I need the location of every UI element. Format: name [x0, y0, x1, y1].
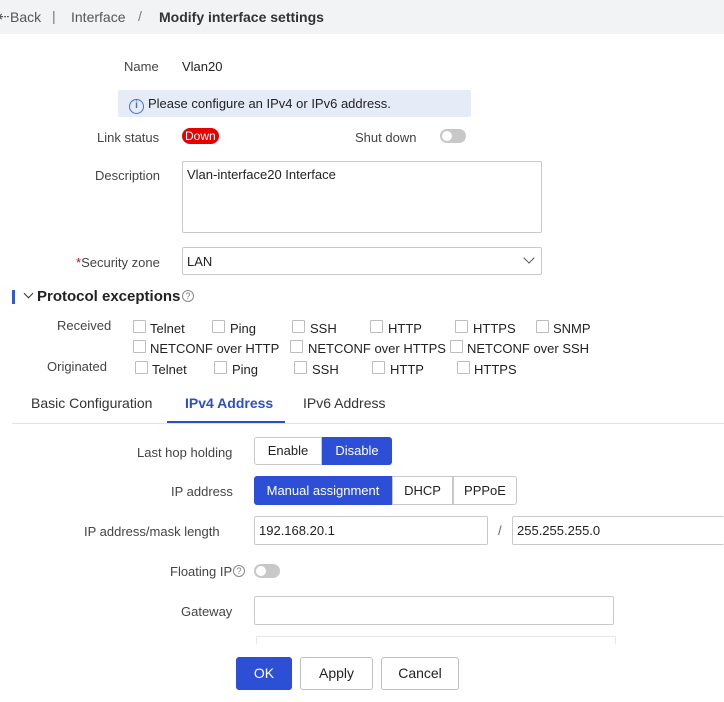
received-telnet-label: Telnet	[150, 321, 185, 336]
received-ssh-checkbox[interactable]	[292, 320, 305, 333]
manual-assignment-button[interactable]: Manual assignment	[254, 476, 392, 505]
received-netconf-ssh-label: NETCONF over SSH	[467, 341, 590, 356]
received-snmp-checkbox[interactable]	[536, 320, 549, 333]
originated-https-label: HTTPS	[474, 362, 517, 377]
shutdown-label: Shut down	[355, 130, 417, 145]
originated-ssh-checkbox[interactable]	[294, 361, 307, 374]
security-zone-label: *Security zone	[76, 255, 160, 270]
tab-divider	[12, 423, 724, 424]
received-snmp-label: SNMP	[553, 321, 591, 336]
last-hop-enable-button[interactable]: Enable	[254, 437, 322, 465]
tab-basic-configuration[interactable]: Basic Configuration	[31, 395, 152, 411]
gateway-label: Gateway	[181, 604, 233, 619]
received-label: Received	[57, 318, 112, 333]
received-netconf-https-checkbox[interactable]	[290, 340, 303, 353]
ip-address-input[interactable]: 192.168.20.1	[254, 516, 488, 545]
originated-ssh-label: SSH	[312, 362, 339, 377]
section-marker	[12, 290, 15, 304]
ip-mask-label: IP address/mask length	[84, 524, 220, 539]
back-arrow-icon[interactable]: ⇠	[0, 8, 10, 25]
info-icon: i	[129, 99, 144, 114]
received-http-checkbox[interactable]	[370, 320, 383, 333]
received-netconf-ssh-checkbox[interactable]	[450, 340, 463, 353]
originated-ping-checkbox[interactable]	[214, 361, 227, 374]
received-ping-label: Ping	[230, 321, 257, 336]
back-link[interactable]: Back	[10, 9, 41, 25]
originated-http-label: HTTP	[390, 362, 424, 377]
ok-button[interactable]: OK	[236, 657, 292, 690]
originated-ping-label: Ping	[232, 362, 259, 377]
link-status-label: Link status	[97, 130, 160, 145]
tab-ipv4-address[interactable]: IPv4 Address	[185, 395, 273, 411]
active-tab-indicator	[167, 421, 285, 423]
apply-button[interactable]: Apply	[300, 657, 373, 690]
floating-ip-toggle[interactable]	[254, 564, 280, 578]
protocol-exceptions-title[interactable]: Protocol exceptions	[37, 288, 180, 305]
page-title: Modify interface settings	[159, 9, 324, 25]
breadcrumb-interface[interactable]: Interface	[71, 9, 125, 25]
collapse-chevron-icon[interactable]	[23, 288, 34, 299]
received-ping-checkbox[interactable]	[212, 320, 225, 333]
help-icon[interactable]: ?	[182, 290, 194, 302]
tab-ipv6-address[interactable]: IPv6 Address	[303, 395, 386, 411]
dhcp-button[interactable]: DHCP	[392, 476, 453, 505]
name-label: Name	[124, 59, 159, 74]
originated-telnet-label: Telnet	[152, 362, 187, 377]
floating-ip-label: Floating IP	[170, 564, 233, 579]
pppoe-button[interactable]: PPPoE	[453, 476, 517, 505]
description-label: Description	[95, 168, 161, 183]
gateway-input[interactable]	[254, 596, 614, 625]
originated-telnet-checkbox[interactable]	[135, 361, 148, 374]
name-value: Vlan20	[182, 59, 223, 74]
security-zone-select[interactable]: LAN	[182, 247, 542, 275]
description-field[interactable]: Vlan-interface20 Interface	[182, 161, 542, 233]
next-field-partial	[256, 636, 616, 644]
shutdown-toggle[interactable]	[440, 129, 466, 143]
mask-input[interactable]: 255.255.255.0	[512, 516, 724, 545]
last-hop-disable-button[interactable]: Disable	[322, 437, 392, 465]
breadcrumb-separator: /	[138, 8, 142, 24]
received-https-label: HTTPS	[473, 321, 516, 336]
info-message: Please configure an IPv4 or IPv6 address…	[148, 96, 391, 111]
received-netconf-http-checkbox[interactable]	[133, 340, 146, 353]
chevron-down-icon	[523, 252, 535, 264]
last-hop-label: Last hop holding	[137, 445, 233, 460]
security-zone-label-text: Security zone	[81, 255, 160, 270]
received-netconf-http-label: NETCONF over HTTP	[150, 341, 280, 356]
cancel-button[interactable]: Cancel	[381, 657, 459, 690]
link-status-badge: Down	[182, 128, 219, 144]
received-netconf-https-label: NETCONF over HTTPS	[308, 341, 446, 356]
originated-label: Originated	[47, 359, 107, 374]
breadcrumb-divider: |	[52, 8, 56, 24]
originated-https-checkbox[interactable]	[457, 361, 470, 374]
mask-separator: /	[498, 523, 502, 538]
received-ssh-label: SSH	[310, 321, 337, 336]
received-https-checkbox[interactable]	[455, 320, 468, 333]
received-http-label: HTTP	[388, 321, 422, 336]
originated-http-checkbox[interactable]	[372, 361, 385, 374]
floating-ip-help-icon[interactable]: ?	[233, 565, 245, 577]
security-zone-value: LAN	[187, 254, 213, 269]
ip-address-label: IP address	[171, 484, 233, 499]
received-telnet-checkbox[interactable]	[133, 320, 146, 333]
